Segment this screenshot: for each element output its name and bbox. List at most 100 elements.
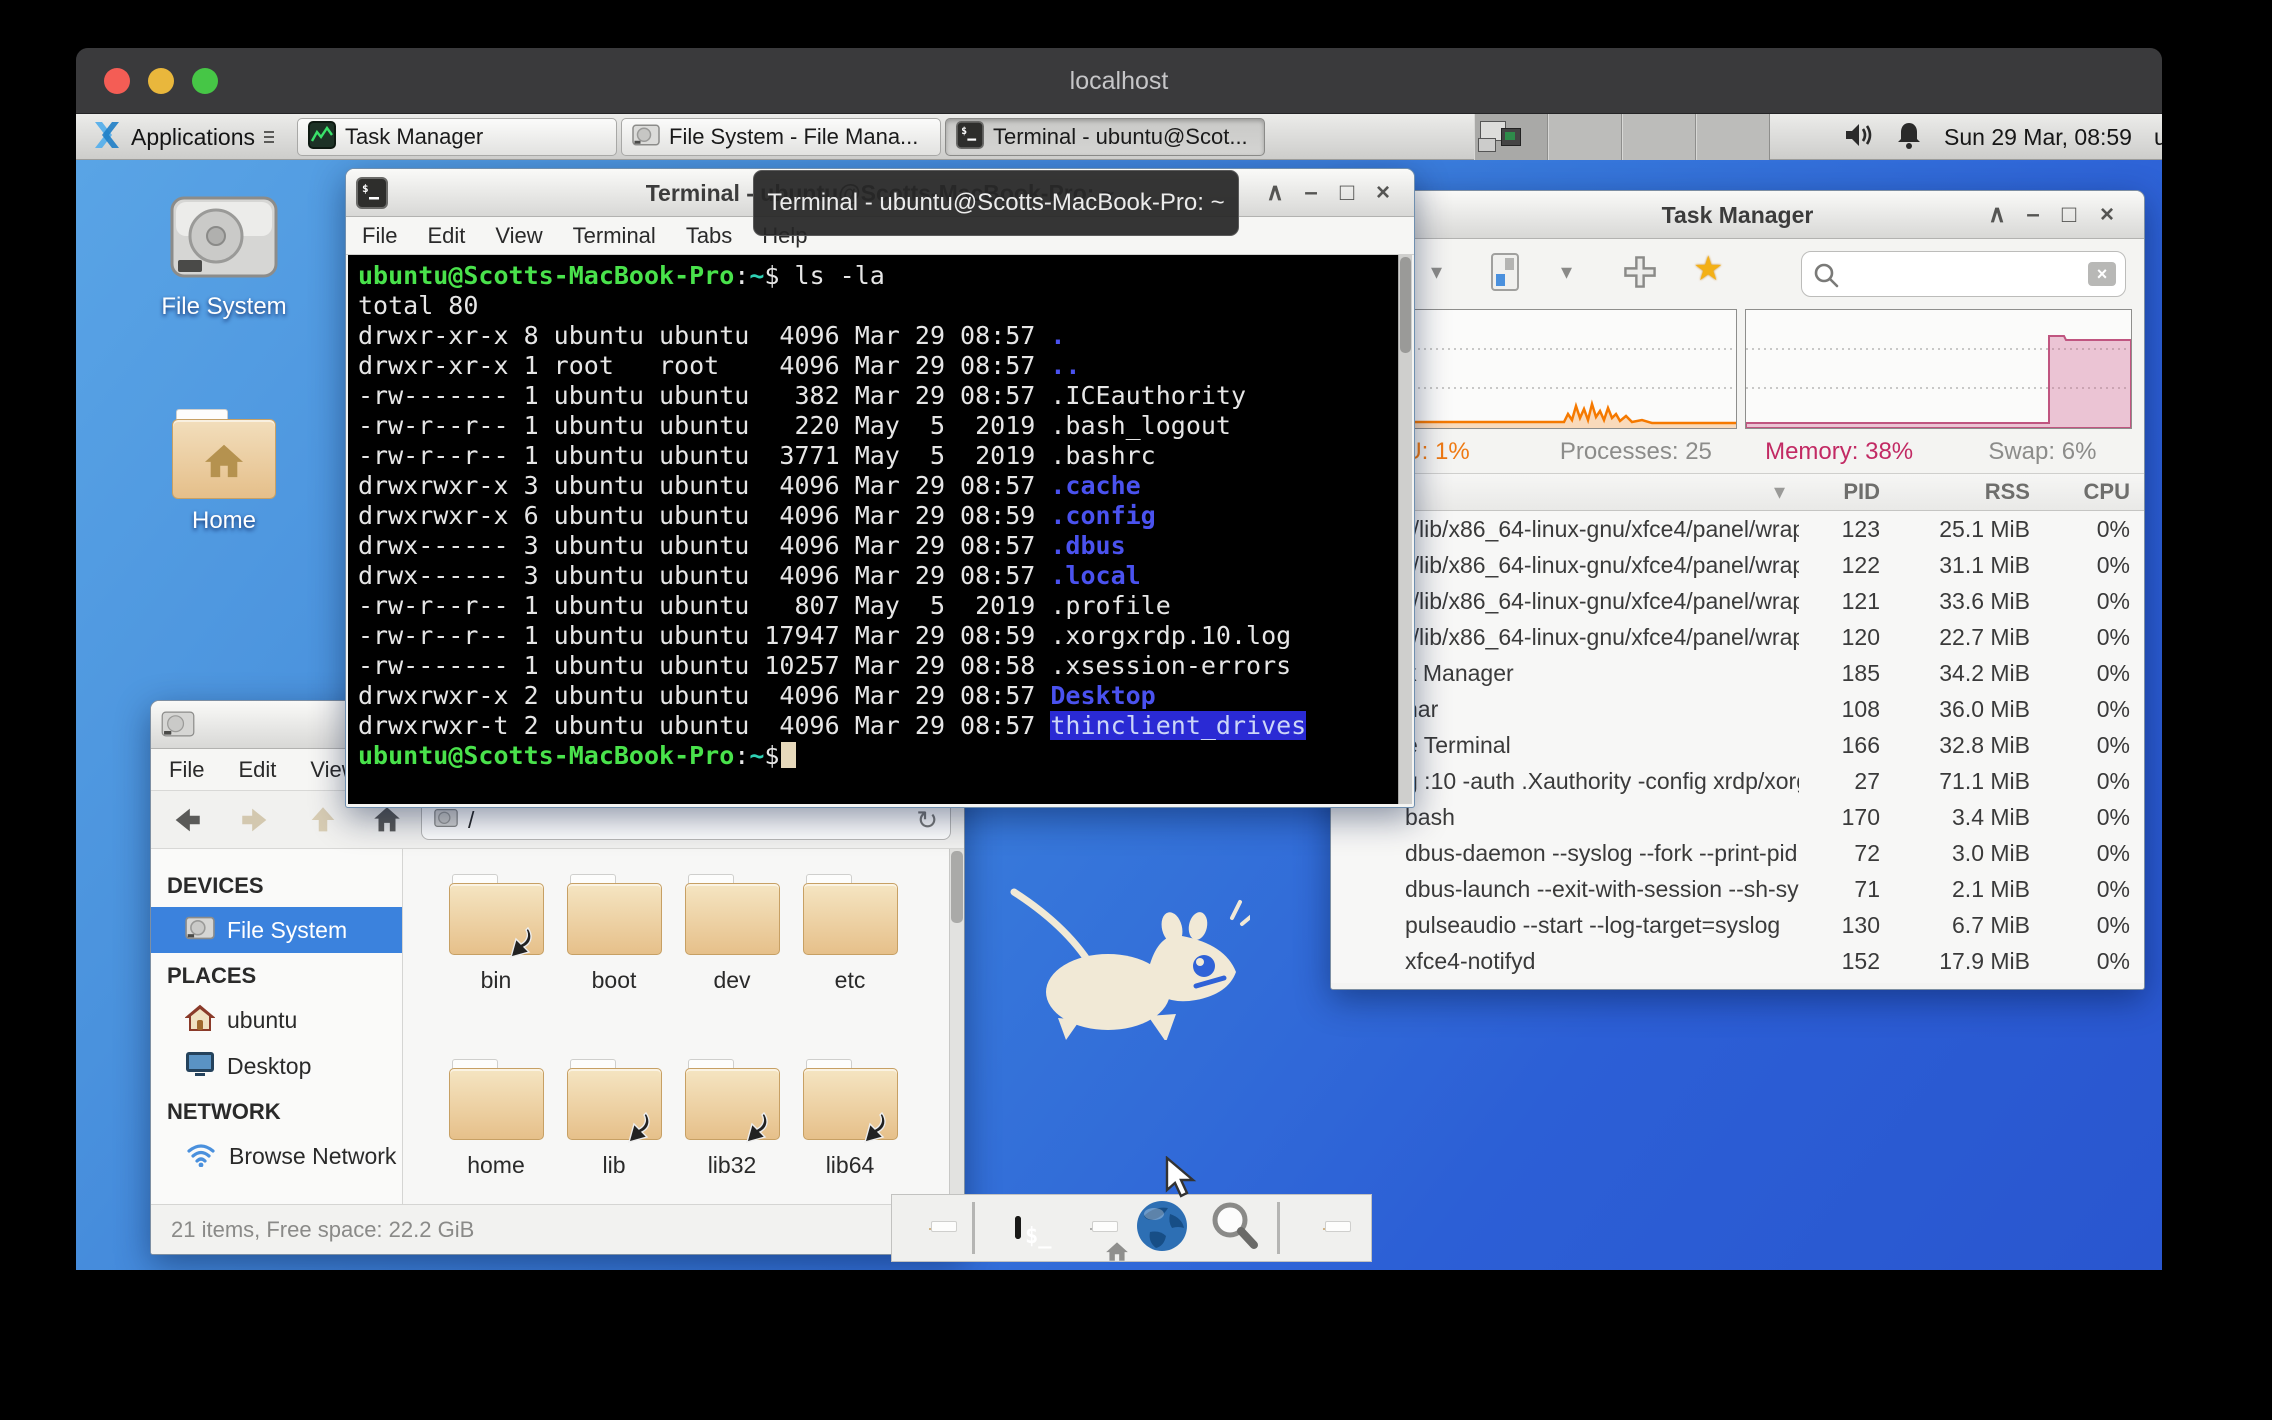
network-icon <box>185 1141 217 1172</box>
stats-row: CPU: 1% Processes: 25 Memory: 38% Swap: … <box>1331 431 2144 473</box>
task-manager-titlebar[interactable]: Task Manager ∧ – □ × <box>1331 191 2144 239</box>
path-text[interactable]: / <box>468 807 906 834</box>
terminal-prompt-line[interactable]: ubuntu@Scotts-MacBook-Pro:~$ <box>358 741 1398 771</box>
maximize-button-icon[interactable]: □ <box>2052 191 2086 239</box>
sidebar-section-header: DEVICES <box>151 863 402 907</box>
workspace-switcher[interactable] <box>1474 114 1770 160</box>
menu-item-edit[interactable]: Edit <box>238 757 276 783</box>
menu-item-tabs[interactable]: Tabs <box>686 223 732 249</box>
pid-column-header[interactable]: PID <box>1799 479 1894 505</box>
folder-item-home[interactable]: home <box>437 1056 555 1204</box>
minimize-button-icon[interactable]: – <box>2016 191 2050 239</box>
desktop-icon-filesystem[interactable]: File System <box>134 194 314 321</box>
folder-item-bin[interactable]: bin <box>437 871 555 1056</box>
close-button-icon[interactable]: × <box>2090 191 2124 239</box>
volume-icon[interactable] <box>1844 121 1874 154</box>
clear-search-icon[interactable]: × <box>2088 262 2116 286</box>
minimize-button-icon[interactable]: – <box>1294 169 1328 217</box>
dock-item-folder[interactable] <box>900 1199 958 1257</box>
add-icon[interactable] <box>1623 255 1657 294</box>
process-row[interactable]: g :10 -auth .Xauthority -config xrdp/xor… <box>1331 763 2144 799</box>
view-toggle-icon[interactable] <box>1491 253 1519 291</box>
terminal-output-line: -rw-r--r-- 1 ubuntu ubuntu 220 May 5 201… <box>358 411 1398 441</box>
process-row[interactable]: r/lib/x86_64-linux-gnu/xfce4/panel/wrapp… <box>1331 583 2144 619</box>
process-row[interactable]: r/lib/x86_64-linux-gnu/xfce4/panel/wrapp… <box>1331 547 2144 583</box>
taskbar-button-file-manager[interactable]: File System - File Mana... <box>621 118 941 156</box>
folder-item-etc[interactable]: etc <box>791 871 909 1056</box>
taskbar-button-terminal[interactable]: $Terminal - ubuntu@Scot... <box>945 118 1265 156</box>
menu-item-file[interactable]: File <box>169 757 204 783</box>
up-icon[interactable] <box>301 800 345 840</box>
folder-item-lib32[interactable]: lib32 <box>673 1056 791 1204</box>
menu-item-view[interactable]: View <box>495 223 542 249</box>
task-manager-window: Task Manager ∧ – □ × ▾ ▾ ★ <box>1330 190 2145 990</box>
menu-item-terminal[interactable]: Terminal <box>573 223 656 249</box>
dock-item-home-folder[interactable] <box>1061 1199 1119 1257</box>
chevron-down-icon[interactable]: ▾ <box>1561 259 1572 285</box>
maximize-button-icon[interactable]: □ <box>1330 169 1364 217</box>
processes-stat: Processes: 25 <box>1534 438 1737 466</box>
process-row[interactable]: r/lib/x86_64-linux-gnu/xfce4/panel/wrapp… <box>1331 511 2144 547</box>
process-row[interactable]: bash1703.4 MiB0% <box>1331 799 2144 835</box>
search-field[interactable]: × <box>1801 251 2126 297</box>
menu-item-file[interactable]: File <box>362 223 397 249</box>
dock-separator <box>1277 1202 1280 1254</box>
shade-button-icon[interactable]: ∧ <box>1980 191 2014 239</box>
hard-drive-icon <box>168 267 280 284</box>
dock-item-folder[interactable] <box>1294 1199 1352 1257</box>
dock-item-search[interactable] <box>1205 1199 1263 1257</box>
workspace-3[interactable] <box>1622 114 1696 160</box>
rss-column-header[interactable]: RSS <box>1894 479 2044 505</box>
memory-stat: Memory: 38% <box>1738 438 1941 466</box>
applications-menu-button[interactable]: Applications <box>82 114 284 160</box>
terminal-output[interactable]: ubuntu@Scotts-MacBook-Pro:~$ ls -latotal… <box>348 255 1398 804</box>
taskbar-button-task-manager[interactable]: Task Manager <box>297 118 617 156</box>
shade-button-icon[interactable]: ∧ <box>1258 169 1292 217</box>
desktop-icon-home[interactable]: Home <box>134 419 314 535</box>
folder-icon <box>567 883 662 955</box>
panel-clock[interactable]: Sun 29 Mar, 08:59 <box>1944 124 2132 151</box>
chevron-down-icon[interactable]: ▾ <box>1431 259 1442 285</box>
panel-user-label[interactable]: ubuntu <box>2154 124 2162 151</box>
hard-drive-icon <box>434 808 458 833</box>
folder-item-lib64[interactable]: lib64 <box>791 1056 909 1204</box>
memory-graph <box>1745 309 2132 429</box>
process-row[interactable]: e Terminal16632.8 MiB0% <box>1331 727 2144 763</box>
sidebar-item-browse-network[interactable]: Browse Network <box>151 1133 402 1179</box>
terminal-window: $ Terminal - ubuntu@Scotts-MacBook-Pro: … <box>345 168 1415 808</box>
sidebar-item-file-system[interactable]: File System <box>151 907 402 953</box>
notification-bell-icon[interactable] <box>1896 120 1922 155</box>
forward-icon[interactable] <box>233 800 277 840</box>
process-row[interactable]: xfce4-notifyd15217.9 MiB0% <box>1331 943 2144 979</box>
folder-label: etc <box>791 967 909 994</box>
favorite-star-icon[interactable]: ★ <box>1693 249 1723 289</box>
process-row[interactable]: dbus-launch --exit-with-session --sh-syn… <box>1331 871 2144 907</box>
process-row[interactable]: pulseaudio --start --log-target=syslog13… <box>1331 907 2144 943</box>
folder-icon <box>449 1068 544 1140</box>
folder-item-lib[interactable]: lib <box>555 1056 673 1204</box>
close-button-icon[interactable]: × <box>1366 169 1400 217</box>
reload-icon[interactable]: ↻ <box>916 805 938 836</box>
folder-item-boot[interactable]: boot <box>555 871 673 1056</box>
process-row[interactable]: dbus-daemon --syslog --fork --print-pid … <box>1331 835 2144 871</box>
dock-item-web-browser[interactable] <box>1133 1199 1191 1257</box>
folder-item-dev[interactable]: dev <box>673 871 791 1056</box>
process-row[interactable]: k Manager18534.2 MiB0% <box>1331 655 2144 691</box>
back-icon[interactable] <box>165 800 209 840</box>
workspace-2[interactable] <box>1548 114 1622 160</box>
macos-titlebar[interactable]: localhost <box>76 48 2162 114</box>
cpu-column-header[interactable]: CPU <box>2044 479 2144 505</box>
workspace-1[interactable] <box>1474 114 1548 160</box>
sidebar-item-ubuntu[interactable]: ubuntu <box>151 997 402 1043</box>
process-row[interactable]: nar10836.0 MiB0% <box>1331 691 2144 727</box>
process-table-header[interactable]: ▾ PID RSS CPU <box>1331 473 2144 511</box>
scrollbar[interactable] <box>949 849 964 1204</box>
process-row[interactable]: r/lib/x86_64-linux-gnu/xfce4/panel/wrapp… <box>1331 619 2144 655</box>
task-manager-icon <box>308 121 336 154</box>
workspace-4[interactable] <box>1696 114 1770 160</box>
menu-item-edit[interactable]: Edit <box>427 223 465 249</box>
scrollbar[interactable] <box>1398 255 1412 804</box>
sidebar-item-desktop[interactable]: Desktop <box>151 1043 402 1089</box>
dock-item-terminal[interactable]: $_ <box>989 1199 1047 1257</box>
file-manager-statusbar: 21 items, Free space: 22.2 GiB <box>151 1204 964 1254</box>
